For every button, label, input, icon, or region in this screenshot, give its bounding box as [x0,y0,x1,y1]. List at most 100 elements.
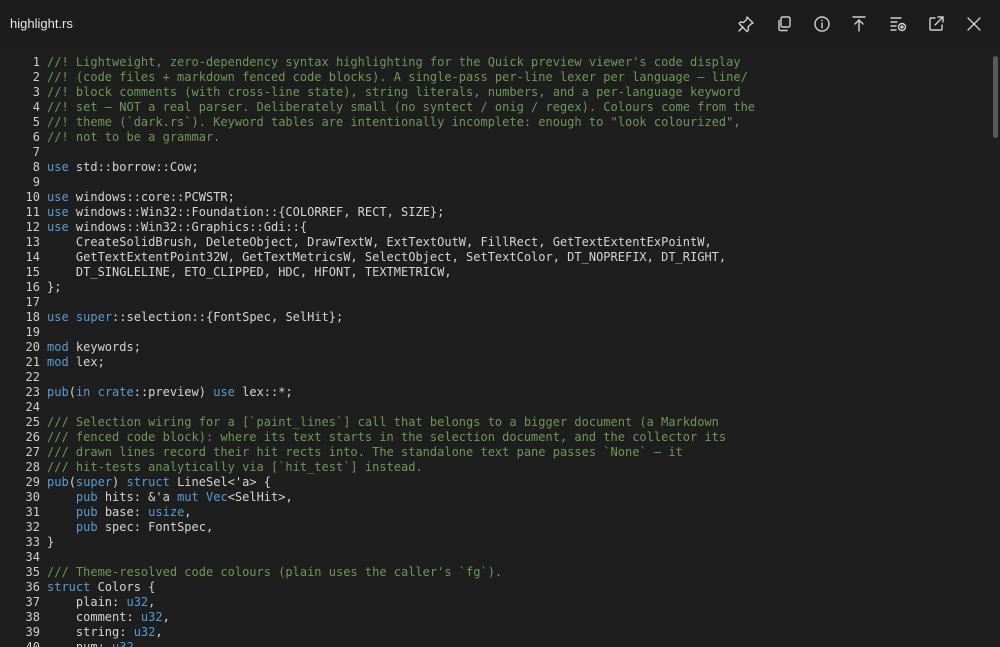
line-text: /// fenced code block): where its text s… [47,430,726,444]
line-text: /// drawn lines record their hit rects i… [47,445,683,459]
code-line: 39 string: u32, [0,625,163,640]
code-token: base: [97,505,149,519]
code-token: LineSel<'a> { [169,475,272,489]
code-token: , [155,625,163,639]
copy-button[interactable] [772,12,796,36]
keyword-token: mod [47,355,69,369]
close-button[interactable] [962,12,986,36]
code-token: } [47,535,55,549]
window-title: highlight.rs [10,16,73,31]
code-line: 14 GetTextExtentPoint32W, GetTextMetrics… [0,250,727,265]
line-number: 32 [25,520,40,534]
line-text: pub spec: FontSpec, [47,520,213,534]
line-text: //! not to be a grammar. [47,130,220,144]
keyword-token: in [75,385,91,399]
code-line: 36 struct Colors { [0,580,156,595]
line-number: 13 [25,235,40,249]
code-token: windows::Win32::Graphics::Gdi::{ [68,220,308,234]
comment-token: /// Selection wiring for a [`paint_lines… [47,415,719,429]
code-line: 34 [0,550,47,565]
open-external-button[interactable] [924,12,948,36]
keyword-token: u32 [112,640,134,647]
code-line: 11 use windows::Win32::Foundation::{COLOR… [0,205,445,220]
code-token: }; [47,280,62,294]
code-token: ) [112,475,127,489]
code-line: 40 num: u32, [0,640,141,647]
line-number: 20 [25,340,40,354]
comment-token: /// drawn lines record their hit rects i… [47,445,683,459]
line-text: pub(super) struct LineSel<'a> { [47,475,271,489]
code-token: lex; [68,355,105,369]
keyword-token: struct [126,475,170,489]
code-line: 26 /// fenced code block): where its text… [0,430,727,445]
view-settings-button[interactable] [886,12,910,36]
line-text: pub hits: &'a mut Vec<SelHit>, [47,490,293,504]
line-text: pub(in crate::preview) use lex::*; [47,385,293,399]
line-number: 29 [25,475,40,489]
comment-token: /// fenced code block): where its text s… [47,430,727,444]
code-line: 4 //! set — NOT a real parser. Deliberate… [0,100,755,115]
keyword-token: struct [47,580,91,594]
scroll-to-top-button[interactable] [847,12,871,36]
code-token: CreateSolidBrush, DeleteObject, DrawText… [47,235,712,249]
line-text: string: u32, [47,625,163,639]
code-line: 32 pub spec: FontSpec, [0,520,214,535]
line-number: 34 [25,550,40,564]
line-number: 39 [25,625,40,639]
code-line: 27 /// drawn lines record their hit rects… [0,445,683,460]
line-number: 23 [25,385,40,399]
comment-token: //! theme (`dark.rs`). Keyword tables ar… [47,115,741,129]
code-line: 22 [0,370,47,385]
line-number: 40 [25,640,40,647]
title-bar: highlight.rs [0,0,1000,48]
line-number: 21 [25,355,40,369]
line-number: 26 [25,430,40,444]
line-text: plain: u32, [47,595,156,609]
keyword-token: use [213,385,235,399]
line-number: 4 [32,100,40,114]
line-text: use windows::Win32::Graphics::Gdi::{ [47,220,307,234]
code-token: lex::*; [234,385,293,399]
keyword-token: Vec [206,490,228,504]
vertical-scrollbar[interactable] [991,48,1000,647]
comment-token: //! (code files + markdown fenced code b… [47,70,748,84]
code-line: 18 use super::selection::{FontSpec, SelHi… [0,310,344,325]
code-line: 17 [0,295,47,310]
line-text: /// Theme-resolved code colours (plain u… [47,565,502,579]
line-text: } [47,535,54,549]
code-token: num: [47,640,113,647]
line-number: 33 [25,535,40,549]
line-number: 9 [32,175,40,189]
scrollbar-thumb[interactable] [993,56,998,138]
code-view[interactable]: 1 //! Lightweight, zero-dependency syntax… [0,55,990,647]
code-token: hits: &'a [97,490,178,504]
line-text: /// Selection wiring for a [`paint_lines… [47,415,719,429]
line-text: struct Colors { [47,580,155,594]
line-number: 37 [25,595,40,609]
keyword-token: super [75,310,113,324]
code-token: GetTextExtentPoint32W, GetTextMetricsW, … [47,250,727,264]
code-token: windows::core::PCWSTR; [68,190,235,204]
keyword-token: usize [148,505,185,519]
code-line: 1 //! Lightweight, zero-dependency syntax… [0,55,741,70]
code-line: 3 //! block comments (with cross-line sta… [0,85,741,100]
keyword-token: use [47,205,69,219]
code-token: ::preview) [133,385,214,399]
line-text: //! set — NOT a real parser. Deliberatel… [47,100,755,114]
keyword-token: use [47,220,69,234]
line-number: 38 [25,610,40,624]
line-text: GetTextExtentPoint32W, GetTextMetricsW, … [47,250,726,264]
info-button[interactable] [810,12,834,36]
line-text: pub base: usize, [47,505,192,519]
code-token: string: [47,625,134,639]
code-line: 25 /// Selection wiring for a [`paint_lin… [0,415,719,430]
line-number: 11 [25,205,40,219]
pin-button[interactable] [734,12,758,36]
line-number: 17 [25,295,40,309]
line-number: 31 [25,505,40,519]
line-text: comment: u32, [47,610,170,624]
code-line: 2 //! (code files + markdown fenced code … [0,70,748,85]
